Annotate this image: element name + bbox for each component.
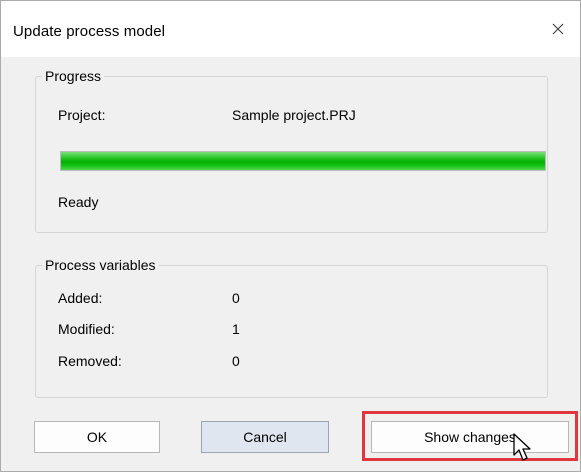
- progress-bar: [60, 151, 546, 171]
- progress-status: Ready: [58, 194, 99, 210]
- dialog-title: Update process model: [13, 23, 166, 40]
- modified-value: 1: [232, 321, 240, 337]
- removed-value: 0: [232, 353, 240, 369]
- show-changes-highlight: [362, 411, 578, 461]
- process-variables-legend: Process variables: [42, 256, 159, 274]
- added-value: 0: [232, 290, 240, 306]
- process-variables-group: Process variables Added: 0 Modified: 1 R…: [35, 256, 548, 398]
- progress-group: Progress Project: Sample project.PRJ Rea…: [35, 67, 548, 233]
- progress-group-legend: Progress: [42, 67, 105, 85]
- project-value: Sample project.PRJ: [232, 107, 356, 123]
- update-process-model-dialog: Update process model Progress Project: S…: [0, 0, 581, 472]
- progress-bar-fill: [61, 152, 545, 170]
- cancel-button[interactable]: Cancel: [201, 421, 329, 453]
- ok-button[interactable]: OK: [34, 421, 160, 453]
- close-icon: [552, 23, 564, 35]
- title-bar: Update process model: [1, 1, 580, 57]
- project-label: Project:: [58, 107, 106, 123]
- arrow-pointer-icon: [513, 433, 531, 461]
- added-label: Added:: [58, 290, 103, 306]
- removed-label: Removed:: [58, 353, 122, 369]
- close-button[interactable]: [536, 11, 580, 47]
- modified-label: Modified:: [58, 321, 115, 337]
